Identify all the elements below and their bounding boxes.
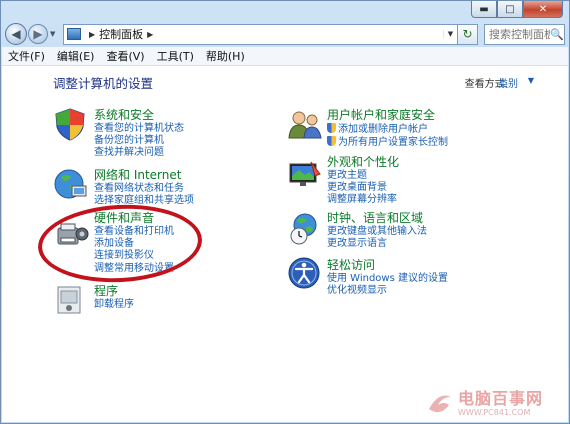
watermark: 电脑百事网 WWW.PC841.COM [424,385,569,423]
programs-icon[interactable] [52,283,88,317]
view-by-dropdown[interactable]: 类别 [498,75,518,90]
link-change-input-method[interactable]: 更改键盘或其他输入法 [327,226,427,238]
search-box[interactable]: 🔍 [484,23,565,45]
chevron-down-icon[interactable]: ▼ [528,76,534,85]
back-button[interactable]: ◀ [5,23,27,45]
navigation-bar: ◀ ▶ ▼ ▶ 控制面板 ▶ ▼ ↻ 🔍 [5,21,565,47]
link-recommended-settings[interactable]: 使用 Windows 建议的设置 [327,273,448,285]
control-panel-window: ▬ □ ✕ ◀ ▶ ▼ ▶ 控制面板 ▶ ▼ ↻ 🔍 文件(F) 编辑(E) 查… [0,0,570,424]
search-icon[interactable]: 🔍 [550,28,564,41]
forward-button[interactable]: ▶ [28,24,48,44]
link-change-theme[interactable]: 更改主题 [327,170,399,182]
watermark-logo-icon [429,395,451,413]
link-parental-controls[interactable]: 为所有用户设置家长控制 [327,136,448,149]
control-panel-content: 调整计算机的设置 查看方式: 类别 ▼ 系统和安全 查看您的计算机状态 备份您的… [2,66,568,422]
link-screen-resolution[interactable]: 调整屏幕分辨率 [327,194,399,206]
menu-view[interactable]: 查看(V) [106,48,144,64]
uac-shield-icon [327,123,336,133]
link-network-status[interactable]: 查看网络状态和任务 [94,183,194,195]
breadcrumb-control-panel[interactable]: 控制面板 [99,26,143,42]
group-appearance: 外观和个性化 更改主题 更改桌面背景 调整屏幕分辨率 [327,154,399,207]
menu-bar: 文件(F) 编辑(E) 查看(V) 工具(T) 帮助(H) [2,47,568,66]
appearance-icon[interactable] [287,158,323,192]
link-uninstall-program[interactable]: 卸载程序 [94,299,134,311]
close-button[interactable]: ✕ [523,1,563,18]
group-title-clock-language[interactable]: 时钟、语言和区域 [327,210,427,226]
page-title: 调整计算机的设置 [53,76,154,91]
watermark-name: 电脑百事网 [458,389,544,408]
group-network-internet: 网络和 Internet 查看网络状态和任务 选择家庭组和共享选项 [94,167,194,207]
maximize-button[interactable]: □ [497,1,523,18]
menu-file[interactable]: 文件(F) [8,48,45,64]
address-dropdown[interactable]: ▼ [443,30,457,38]
recent-pages-dropdown[interactable]: ▼ [50,30,60,38]
group-clock-language: 时钟、语言和区域 更改键盘或其他输入法 更改显示语言 [327,210,427,250]
breadcrumb-separator[interactable]: ▶ [89,30,95,39]
menu-edit[interactable]: 编辑(E) [57,48,95,64]
group-title-programs[interactable]: 程序 [94,283,134,299]
link-display-language[interactable]: 更改显示语言 [327,238,427,250]
group-system-security: 系统和安全 查看您的计算机状态 备份您的计算机 查找并解决问题 [94,107,184,160]
breadcrumb-separator[interactable]: ▶ [147,30,153,39]
caption-buttons: ▬ □ ✕ [471,1,563,19]
uac-shield-icon [327,136,336,147]
network-internet-icon[interactable] [52,167,88,201]
user-accounts-icon[interactable] [287,108,323,142]
back-arrow-icon: ◀ [11,27,21,41]
refresh-icon: ↻ [462,27,473,41]
watermark-url: WWW.PC841.COM [458,408,531,417]
address-bar[interactable]: ▶ 控制面板 ▶ ▼ [63,23,458,45]
group-title-system-security[interactable]: 系统和安全 [94,107,184,123]
search-input[interactable] [489,27,551,41]
ease-of-access-icon[interactable] [287,256,323,290]
menu-help[interactable]: 帮助(H) [206,48,245,64]
link-view-computer-status[interactable]: 查看您的计算机状态 [94,123,184,135]
menu-tools[interactable]: 工具(T) [157,48,194,64]
group-title-appearance[interactable]: 外观和个性化 [327,154,399,170]
link-backup-computer[interactable]: 备份您的计算机 [94,135,184,147]
group-ease-of-access: 轻松访问 使用 Windows 建议的设置 优化视频显示 [327,257,448,297]
group-user-accounts: 用户帐户和家庭安全 添加或删除用户帐户 为所有用户设置家长控制 [327,107,448,149]
group-title-ease-of-access[interactable]: 轻松访问 [327,257,448,273]
link-optimize-video[interactable]: 优化视频显示 [327,285,448,297]
link-desktop-background[interactable]: 更改桌面背景 [327,182,399,194]
group-title-network-internet[interactable]: 网络和 Internet [94,167,194,183]
highlight-annotation [36,200,204,287]
minimize-button[interactable]: ▬ [471,1,497,18]
link-troubleshoot[interactable]: 查找并解决问题 [94,147,184,159]
system-security-icon[interactable] [52,107,88,141]
group-programs: 程序 卸载程序 [94,283,134,311]
link-add-remove-accounts[interactable]: 添加或删除用户帐户 [327,123,448,136]
clock-language-icon[interactable] [287,212,323,246]
refresh-button[interactable]: ↻ [458,23,478,45]
group-title-user-accounts[interactable]: 用户帐户和家庭安全 [327,107,448,123]
forward-arrow-icon: ▶ [33,27,43,41]
control-panel-icon [67,28,81,40]
